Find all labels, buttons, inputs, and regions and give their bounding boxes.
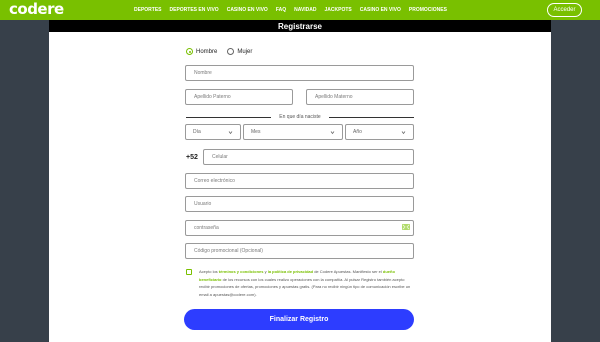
dob-divider-right (329, 117, 414, 118)
nav-item-deportes[interactable]: Deportes (134, 7, 162, 13)
terms-link[interactable]: términos y condiciones (219, 269, 264, 274)
radio-icon[interactable] (227, 48, 235, 55)
gender-label-hombre: Hombre (196, 48, 218, 55)
checkbox-icon[interactable] (186, 269, 192, 275)
terms-text-part1: Acepto los (199, 269, 219, 274)
chevron-down-icon (401, 130, 406, 134)
chevron-down-icon (330, 130, 335, 134)
gender-option-mujer[interactable]: Mujer (227, 48, 252, 55)
usuario-input[interactable] (185, 196, 414, 212)
dob-month-select[interactable]: Mes (243, 124, 343, 140)
main-nav: Deportes Deportes en vivo Casino en vivo… (134, 0, 447, 20)
nav-item-jackpots[interactable]: Jackpots (325, 7, 352, 13)
promo-code-input[interactable] (185, 243, 414, 259)
page-title: Registrarse (49, 20, 551, 32)
dob-day-value: Día (193, 129, 201, 135)
terms-text-part4: de los recursos con los cuales realizo o… (199, 276, 411, 297)
nav-item-casino[interactable]: Casino en vivo (227, 7, 268, 13)
privacy-link[interactable]: la política de privacidad (268, 269, 313, 274)
phone-prefix: +52 (186, 153, 198, 161)
nav-item-navidad[interactable]: Navidad (294, 7, 316, 13)
nav-item-deportes-en-vivo[interactable]: Deportes en vivo (170, 7, 219, 13)
email-input[interactable] (185, 173, 414, 189)
eye-icon[interactable] (402, 224, 410, 230)
dob-year-select[interactable]: Año (345, 124, 414, 140)
nav-item-promociones[interactable]: Promociones (409, 7, 447, 13)
nav-item-faq[interactable]: FAQ (276, 7, 286, 13)
dob-year-value: Año (353, 129, 362, 135)
gender-option-hombre[interactable]: Hombre (186, 48, 217, 55)
nombre-input[interactable] (185, 65, 414, 81)
codere-logo[interactable]: codere (9, 1, 64, 18)
dob-month-value: Mes (251, 129, 261, 135)
chevron-down-icon (228, 130, 233, 134)
apellido-materno-input[interactable] (306, 89, 414, 105)
login-button[interactable]: Acceder (547, 3, 582, 17)
gender-label-mujer: Mujer (237, 48, 253, 55)
finalizar-registro-button[interactable]: Finalizar Registro (184, 309, 414, 330)
nav-item-casino-en-vivo[interactable]: Casino en vivo (360, 7, 401, 13)
radio-icon[interactable] (186, 48, 193, 55)
top-navbar: codere Deportes Deportes en vivo Casino … (0, 0, 600, 20)
gender-radio-group: Hombre Mujer (186, 48, 257, 55)
apellido-paterno-input[interactable] (185, 89, 293, 105)
terms-text-part3: de Codere Apuestas. Manifiesto ser el (313, 269, 383, 274)
dob-label-row: En que día naciste (186, 114, 414, 120)
terms-text: Acepto los términos y condiciones y la p… (199, 268, 414, 298)
dob-day-select[interactable]: Día (185, 124, 241, 140)
celular-input[interactable] (203, 149, 414, 165)
password-input[interactable] (185, 220, 414, 236)
